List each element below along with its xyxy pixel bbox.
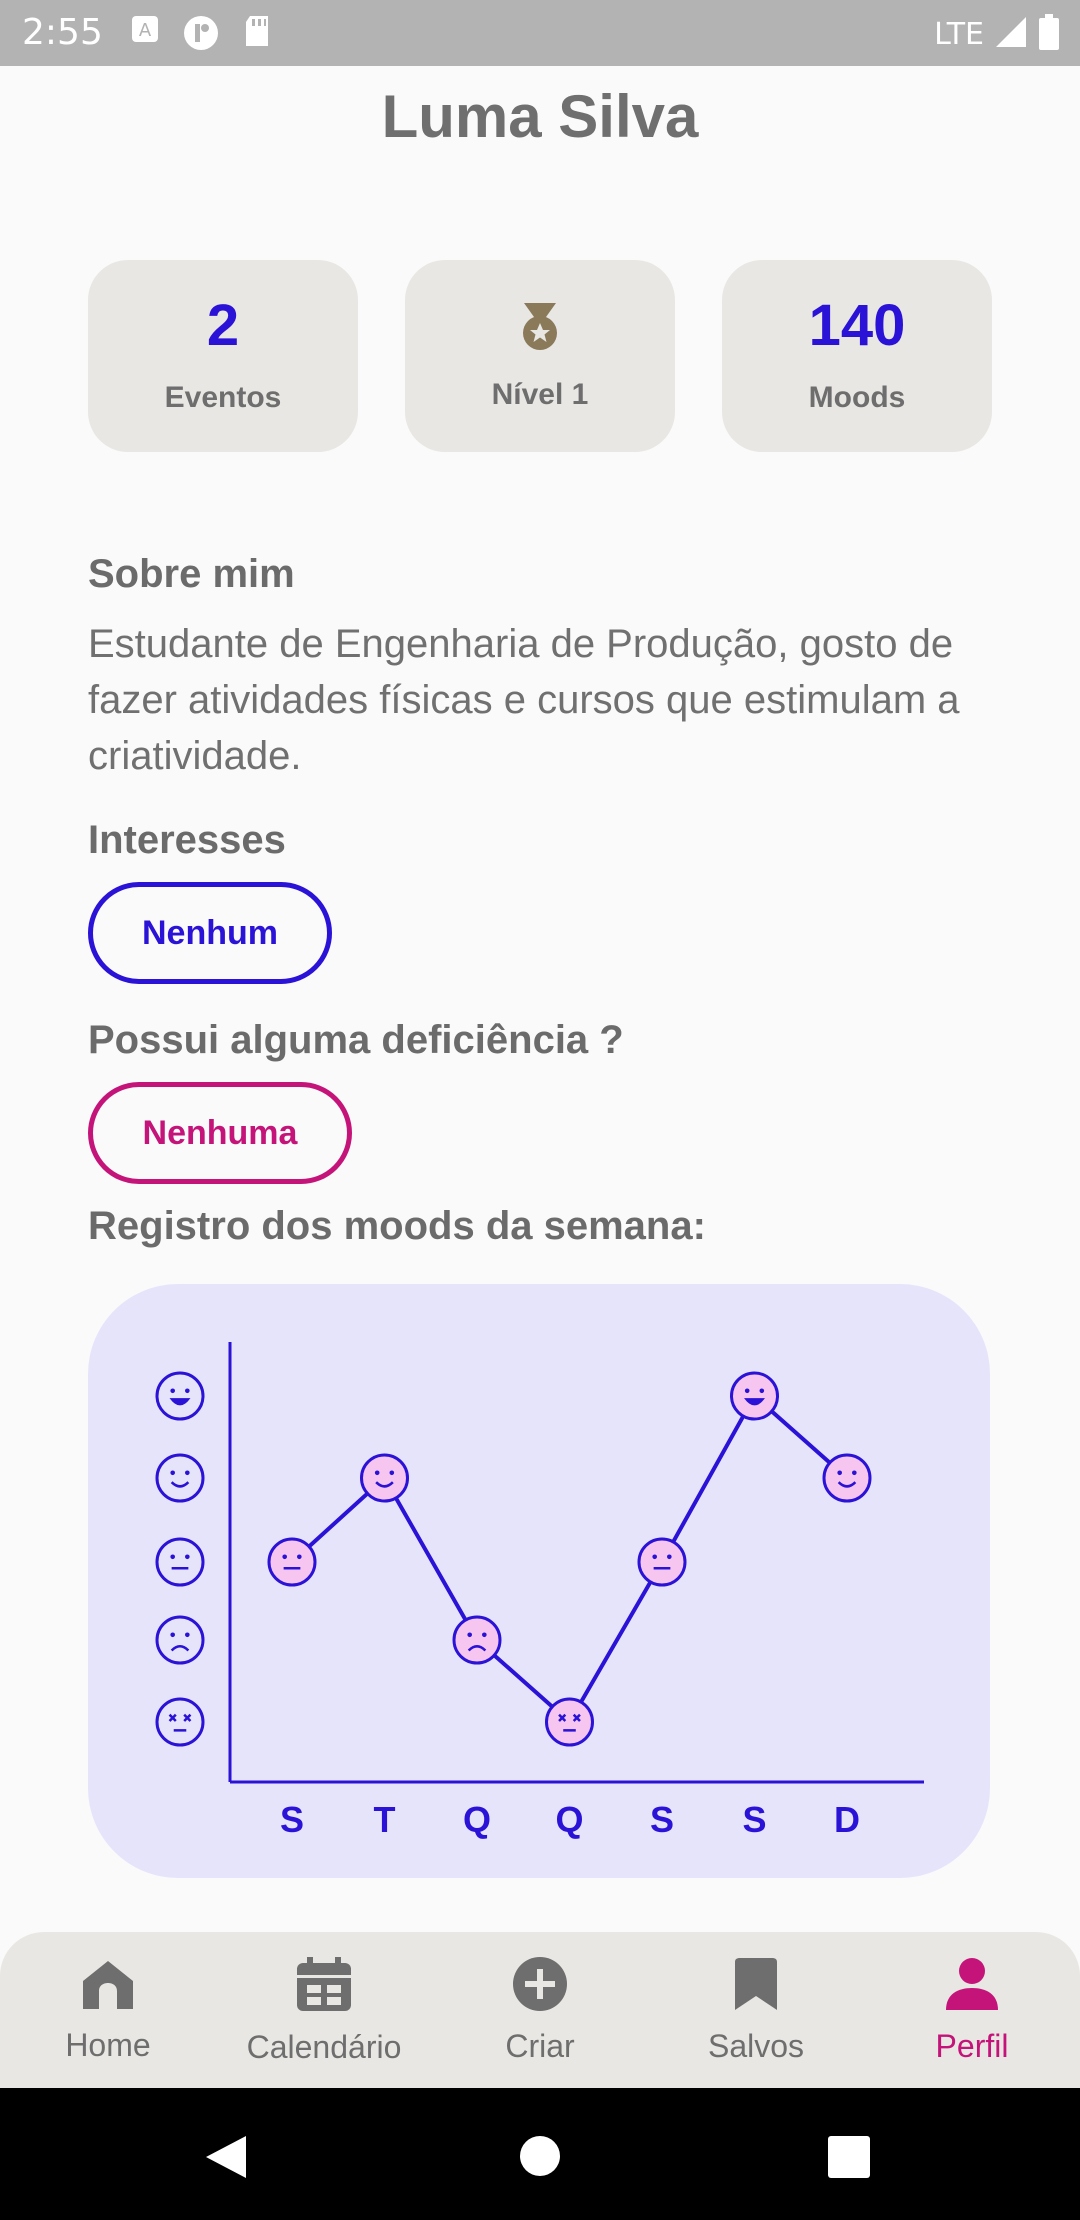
moods-stat-card[interactable]: 140 Moods — [722, 260, 992, 452]
mood-point-0 — [267, 1537, 317, 1587]
disability-heading: Possui alguma deficiência ? — [88, 1018, 624, 1062]
status-bar: 2:55 A LTE — [0, 0, 1080, 66]
page-title: Luma Silva — [381, 83, 699, 150]
events-label: Eventos — [164, 381, 282, 414]
home-icon — [79, 1957, 137, 2019]
sd-card-icon — [242, 14, 272, 57]
x-tick-label: T — [374, 1799, 396, 1840]
x-tick-label: S — [650, 1799, 674, 1840]
nav-calendar-label: Calendário — [246, 2028, 402, 2065]
nav-saved-label: Salvos — [707, 2027, 805, 2064]
bookmark-icon — [731, 1956, 781, 2020]
x-tick-label: D — [834, 1799, 860, 1840]
x-tick-label: Q — [463, 1799, 491, 1840]
bottom-nav: Home Calendário Criar Salvos Perfil — [0, 1932, 1080, 2088]
a-notification-icon: A — [130, 14, 160, 57]
nav-profile[interactable]: Perfil — [864, 1932, 1080, 2088]
moods-chart-svg: STQQSSD — [155, 1342, 924, 1840]
events-count: 2 — [206, 293, 240, 358]
interests-chip[interactable]: Nenhum — [88, 882, 332, 984]
x-tick-label: S — [742, 1799, 766, 1840]
scale-happy-icon — [155, 1453, 205, 1503]
disability-chip[interactable]: Nenhuma — [88, 1082, 352, 1184]
mood-point-2 — [452, 1615, 502, 1665]
signal-icon — [994, 15, 1028, 54]
moods-chart-heading: Registro dos moods da semana: — [88, 1204, 706, 1248]
nav-saved[interactable]: Salvos — [648, 1932, 864, 2088]
person-icon — [944, 1956, 1000, 2020]
status-time: 2:55 — [22, 12, 103, 53]
mood-point-6 — [822, 1453, 872, 1503]
x-tick-label: S — [280, 1799, 304, 1840]
moods-label: Moods — [808, 381, 906, 414]
nav-profile-label: Perfil — [935, 2027, 1009, 2064]
nav-create[interactable]: Criar — [432, 1932, 648, 2088]
scale-sad-icon — [155, 1615, 205, 1665]
home-circle-icon[interactable] — [520, 2136, 560, 2181]
recents-icon[interactable] — [828, 2136, 870, 2183]
nav-home-label: Home — [65, 2026, 151, 2063]
mood-point-5 — [730, 1371, 779, 1421]
level-label: Nível 1 — [491, 377, 589, 411]
medal-icon — [518, 301, 562, 358]
nav-create-label: Criar — [505, 2027, 575, 2064]
battery-icon — [1038, 14, 1060, 55]
events-stat-card[interactable]: 2 Eventos — [88, 260, 358, 452]
about-text: Estudante de Engenharia de Produção, gos… — [88, 622, 960, 778]
scale-very-happy-icon — [155, 1371, 205, 1421]
app-notification-icon — [182, 14, 220, 57]
mood-line — [290, 1394, 849, 1724]
nav-calendar[interactable]: Calendário — [216, 1932, 432, 2088]
moods-chart: STQQSSD — [88, 1284, 990, 1878]
scale-neutral-icon — [155, 1537, 205, 1587]
mood-point-1 — [360, 1453, 409, 1503]
network-type: LTE — [934, 17, 984, 52]
nav-home[interactable]: Home — [0, 1932, 216, 2088]
svg-text:A: A — [139, 20, 152, 41]
interests-heading: Interesses — [88, 818, 286, 862]
calendar-icon — [295, 1955, 353, 2021]
level-stat-card[interactable]: Nível 1 — [405, 260, 675, 452]
system-nav-bar — [0, 2088, 1080, 2220]
add-circle-icon — [512, 1956, 568, 2020]
back-icon[interactable] — [204, 2134, 248, 2185]
x-tick-label: Q — [555, 1799, 583, 1840]
mood-point-4 — [637, 1537, 687, 1587]
mood-point-3 — [545, 1697, 594, 1747]
about-heading: Sobre mim — [88, 552, 295, 596]
moods-count: 140 — [808, 293, 906, 358]
scale-very-sad-icon — [155, 1697, 205, 1747]
